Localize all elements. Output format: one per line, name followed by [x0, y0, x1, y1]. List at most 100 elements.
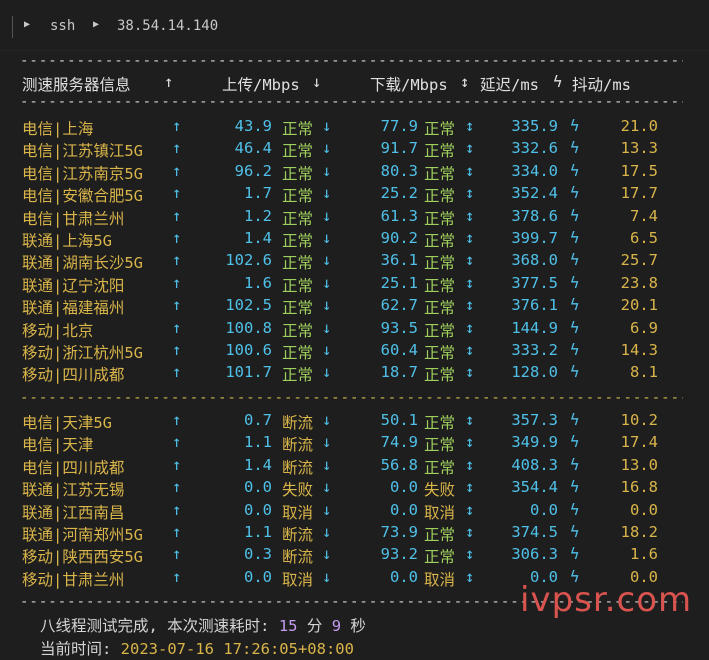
- header-jitter: 抖动/ms: [572, 76, 631, 94]
- upload-value: 101.7: [225, 363, 272, 382]
- upload-status: 正常: [282, 209, 314, 228]
- server-name: 移动|甘肃兰州: [22, 570, 125, 589]
- download-value: 50.1: [380, 411, 418, 429]
- up-arrow-icon: ↑: [172, 206, 182, 225]
- table-row: 电信|上海 ↑ 43.9 正常 ↓ 77.9 正常 ↕ 335.9 ϟ 21.0: [0, 117, 709, 139]
- upload-value: 0.7: [244, 411, 272, 429]
- bolt-icon: ϟ: [553, 73, 563, 91]
- updown-arrow-icon: ↕: [465, 273, 475, 292]
- upload-value: 102.5: [225, 296, 272, 315]
- divider: ----------------------------------------…: [20, 96, 683, 108]
- up-arrow-icon: ↑: [172, 363, 182, 382]
- jitter-value: 6.5: [630, 229, 658, 247]
- latency-value: 306.3: [511, 545, 558, 564]
- table-row: 电信|江苏镇江5G ↑ 46.4 正常 ↓ 91.7 正常 ↕ 332.6 ϟ 13.3: [0, 139, 709, 161]
- download-status: 正常: [424, 436, 456, 455]
- updown-arrow-icon: ↕: [465, 500, 475, 519]
- table-row: 联通|河南郑州5G ↑ 1.1 断流 ↓ 73.9 正常 ↕ 374.5 ϟ 18.2: [0, 523, 709, 545]
- upload-value: 0.3: [244, 545, 272, 564]
- upload-value: 1.1: [244, 433, 272, 452]
- download-status: 正常: [424, 344, 456, 362]
- download-status: 正常: [424, 321, 456, 340]
- jitter-value: 0.0: [630, 500, 658, 519]
- jitter-value: 21.0: [620, 117, 658, 135]
- updown-arrow-icon: ↕: [465, 545, 475, 564]
- up-arrow-icon: ↑: [172, 139, 182, 158]
- download-status: 正常: [424, 232, 456, 250]
- download-status: 正常: [424, 548, 456, 567]
- jitter-value: 18.2: [620, 523, 658, 541]
- down-arrow-icon: ↓: [322, 545, 332, 564]
- download-value: 74.9: [380, 433, 418, 452]
- upload-status: 正常: [282, 366, 314, 385]
- latency-value: 352.4: [511, 184, 558, 203]
- server-name: 联通|河南郑州5G: [22, 526, 143, 544]
- server-name: 联通|江西南昌: [22, 503, 125, 522]
- bolt-icon: ϟ: [570, 433, 580, 452]
- upload-status: 断流: [282, 436, 314, 455]
- down-arrow-icon: ↓: [322, 455, 332, 474]
- updown-arrow-icon: ↕: [465, 478, 475, 497]
- download-value: 90.2: [380, 229, 418, 247]
- breadcrumb-ssh[interactable]: ssh: [50, 18, 75, 34]
- server-name: 电信|天津: [22, 436, 94, 455]
- download-status: 正常: [424, 366, 456, 385]
- latency-value: 0.0: [530, 500, 558, 519]
- time-label: 当前时间:: [40, 640, 121, 658]
- table-row: 移动|北京 ↑ 100.8 正常 ↓ 93.5 正常 ↕ 144.9 ϟ 6.9: [0, 319, 709, 341]
- jitter-value: 17.5: [620, 161, 658, 180]
- table-row: 电信|江苏南京5G ↑ 96.2 正常 ↓ 80.3 正常 ↕ 334.0 ϟ 17.5: [0, 162, 709, 184]
- jitter-value: 7.4: [630, 206, 658, 225]
- down-arrow-icon: ↓: [322, 251, 332, 270]
- download-status: 正常: [424, 187, 456, 206]
- down-arrow-icon: ↓: [312, 73, 322, 91]
- upload-status: 正常: [282, 254, 314, 273]
- download-value: 93.5: [380, 318, 418, 337]
- current-time: 当前时间: 2023-07-16 17:26:05+08:00: [40, 637, 354, 659]
- download-status: 正常: [424, 299, 456, 318]
- upload-value: 0.0: [244, 478, 272, 497]
- header-latency: 延迟/ms: [480, 76, 539, 94]
- upload-value: 102.6: [225, 251, 272, 270]
- down-arrow-icon: ↓: [322, 318, 332, 337]
- latency-value: 368.0: [511, 251, 558, 270]
- jitter-value: 13.0: [620, 455, 658, 474]
- download-value: 73.9: [380, 523, 418, 541]
- table-row: 移动|陕西西安5G ↑ 0.3 断流 ↓ 93.2 正常 ↕ 306.3 ϟ 1.6: [0, 545, 709, 567]
- upload-status: 正常: [282, 164, 314, 183]
- server-name: 联通|湖南长沙5G: [22, 254, 143, 273]
- server-name: 联通|福建福州: [22, 299, 125, 318]
- down-arrow-icon: ↓: [322, 206, 332, 225]
- updown-arrow-icon: ↕: [465, 117, 475, 135]
- upload-status: 取消: [282, 503, 314, 522]
- upload-value: 1.1: [244, 523, 272, 541]
- server-name: 联通|江苏无锡: [22, 481, 125, 500]
- download-status: 正常: [424, 164, 456, 183]
- terminal-breadcrumb-bar: ▶ ssh ▶ 38.54.14.140: [0, 0, 709, 51]
- upload-status: 断流: [282, 458, 314, 477]
- upload-status: 正常: [282, 299, 314, 318]
- bolt-icon: ϟ: [570, 117, 580, 135]
- bolt-icon: ϟ: [570, 296, 580, 315]
- latency-value: 333.2: [511, 341, 558, 359]
- jitter-value: 8.1: [630, 363, 658, 382]
- breadcrumb-host[interactable]: 38.54.14.140: [117, 18, 218, 34]
- server-name: 移动|四川成都: [22, 366, 125, 385]
- up-arrow-icon: ↑: [172, 433, 182, 452]
- down-arrow-icon: ↓: [322, 433, 332, 452]
- up-arrow-icon: ↑: [164, 73, 174, 91]
- server-name: 电信|四川成都: [22, 458, 125, 477]
- upload-value: 46.4: [234, 139, 272, 158]
- upload-status: 失败: [282, 481, 314, 500]
- download-status: 正常: [424, 526, 456, 544]
- chevron-right-icon: ▶: [24, 19, 31, 30]
- up-arrow-icon: ↑: [172, 500, 182, 519]
- upload-status: 断流: [282, 526, 314, 544]
- down-arrow-icon: ↓: [322, 273, 332, 292]
- latency-value: 349.9: [511, 433, 558, 452]
- up-arrow-icon: ↑: [172, 523, 182, 541]
- upload-status: 正常: [282, 232, 314, 250]
- updown-arrow-icon: ↕: [465, 318, 475, 337]
- latency-value: 335.9: [511, 117, 558, 135]
- updown-arrow-icon: ↕: [465, 433, 475, 452]
